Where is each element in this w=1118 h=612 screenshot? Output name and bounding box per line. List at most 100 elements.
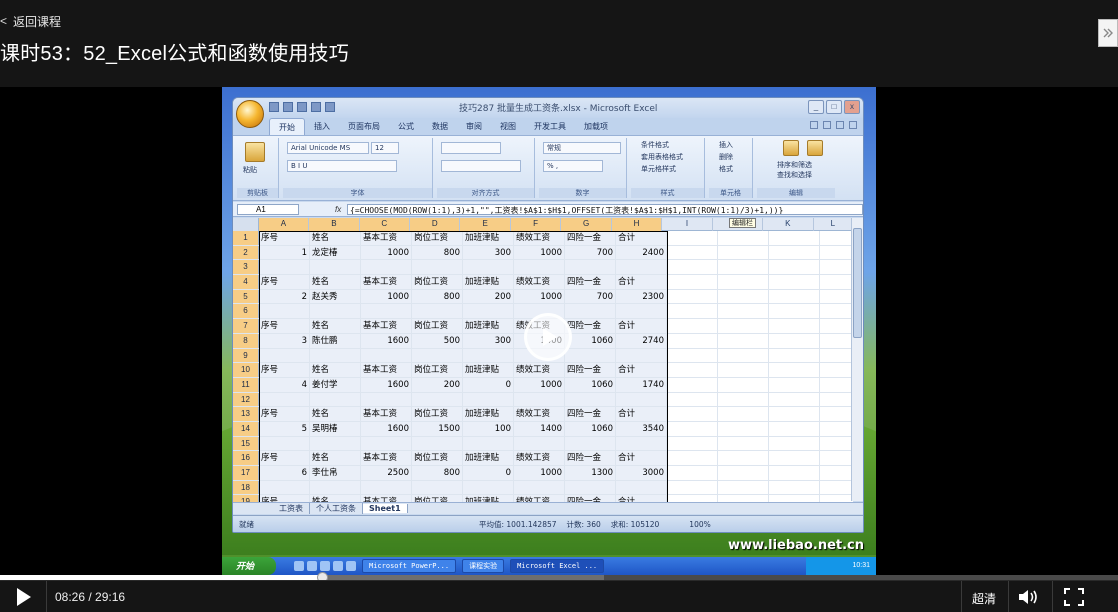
grid-cell: 100 bbox=[463, 421, 514, 436]
grid-cell bbox=[667, 231, 718, 245]
grid-cell bbox=[667, 392, 718, 407]
ribbon-group-editing: 排序和筛选 查找和选择 编辑 bbox=[757, 138, 835, 198]
office-button-icon bbox=[236, 100, 264, 128]
sheet-tab: 个人工资条 bbox=[310, 503, 363, 514]
grid-cell bbox=[616, 348, 667, 363]
group-label-clipboard: 剪贴板 bbox=[237, 188, 278, 198]
side-panel-toggle-button[interactable] bbox=[1098, 19, 1118, 47]
grid-cell bbox=[667, 260, 718, 275]
scrollbar-thumb bbox=[853, 228, 862, 338]
ribbon-group-number: 常规 % , 数字 bbox=[539, 138, 627, 198]
column-header: B bbox=[309, 218, 360, 231]
grid-cell: 1 bbox=[259, 245, 310, 260]
grid-cell: 岗位工资 bbox=[412, 363, 463, 377]
grid-cell bbox=[310, 392, 361, 407]
grid-cell: 300 bbox=[463, 333, 514, 348]
grid-cell bbox=[820, 437, 853, 451]
fullscreen-button[interactable] bbox=[1064, 588, 1084, 606]
redo-icon bbox=[297, 102, 307, 112]
grid-cell bbox=[667, 407, 718, 421]
grid-cell: 基本工资 bbox=[361, 231, 412, 245]
grid-cell bbox=[259, 392, 310, 407]
grid-cell bbox=[667, 451, 718, 465]
paste-icon bbox=[245, 142, 265, 162]
group-label-editing: 编辑 bbox=[757, 188, 835, 198]
grid-cell bbox=[667, 421, 718, 436]
column-header: F bbox=[510, 218, 562, 231]
grid-cell: 序号 bbox=[259, 451, 310, 465]
grid-cell: 岗位工资 bbox=[412, 319, 463, 333]
ribbon-group-alignment: 对齐方式 bbox=[437, 138, 535, 198]
grid-cell: 合计 bbox=[616, 407, 667, 421]
grid-cell: 合计 bbox=[616, 275, 667, 289]
divider bbox=[961, 581, 962, 612]
grid-cell bbox=[718, 304, 769, 319]
grid-cell bbox=[820, 275, 853, 289]
volume-button[interactable] bbox=[1018, 589, 1040, 605]
font-name-select: Arial Unicode MS bbox=[287, 142, 369, 154]
grid-cell bbox=[361, 480, 412, 495]
grid-cell: 700 bbox=[565, 245, 616, 260]
grid-cell: 赵关秀 bbox=[310, 289, 361, 304]
grid-cell: 基本工资 bbox=[361, 319, 412, 333]
back-to-course-link[interactable]: < 返回课程 bbox=[0, 13, 61, 29]
grid-row: 12 bbox=[233, 392, 853, 408]
grid-cell: 加班津贴 bbox=[463, 275, 514, 289]
play-button[interactable] bbox=[14, 588, 34, 606]
formula-bar: A1 fx {=CHOOSE(MOD(ROW(1:1),3)+1,"",工资表!… bbox=[233, 202, 863, 217]
grid-cell bbox=[820, 260, 853, 274]
new-icon bbox=[311, 102, 321, 112]
grid-cell: 基本工资 bbox=[361, 451, 412, 465]
grid-cell bbox=[820, 407, 853, 421]
grid-row: 5 2 赵关秀 1000 800 200 1000 700 2300 bbox=[233, 289, 853, 305]
grid-cell bbox=[820, 393, 853, 407]
close-icon bbox=[849, 121, 857, 129]
column-header: I bbox=[662, 218, 713, 231]
grid-cell bbox=[667, 319, 718, 333]
grid-cell bbox=[565, 392, 616, 407]
grid-cell bbox=[718, 333, 769, 348]
divider bbox=[1008, 581, 1009, 612]
sheet-tab: 工资表 bbox=[273, 503, 310, 514]
grid-cell: 四险一金 bbox=[565, 407, 616, 421]
grid-cell: 绩效工资 bbox=[514, 363, 565, 377]
grid-cell: 四险一金 bbox=[565, 363, 616, 377]
divider bbox=[1052, 581, 1053, 612]
grid-cell bbox=[769, 392, 820, 407]
grid-cell bbox=[718, 466, 769, 480]
grid-cell bbox=[718, 231, 769, 245]
grid-cell bbox=[259, 436, 310, 451]
grid-cell bbox=[769, 451, 820, 465]
grid-cell bbox=[769, 377, 820, 392]
grid-cell: 基本工资 bbox=[361, 363, 412, 377]
formula-text: {=CHOOSE(MOD(ROW(1:1),3)+1,"",工资表!$A$1:$… bbox=[347, 203, 863, 215]
grid-cell: 1740 bbox=[616, 377, 667, 392]
grid-row: 16 序号 姓名 基本工资 岗位工资 加班津贴 绩效工资 四险一金 合计 bbox=[233, 451, 853, 466]
taskbar-task: 课程实验 bbox=[462, 559, 505, 573]
center-play-button[interactable] bbox=[524, 313, 572, 361]
column-headers: ABCDEFGHIJKL bbox=[233, 218, 853, 231]
grid-cell: 序号 bbox=[259, 275, 310, 289]
grid-cell: 姓名 bbox=[310, 451, 361, 465]
row-number: 12 bbox=[233, 392, 259, 407]
number-format-select: 常规 bbox=[543, 142, 621, 154]
grid-row: 4 序号 姓名 基本工资 岗位工资 加班津贴 绩效工资 四险一金 合计 bbox=[233, 275, 853, 290]
video-player[interactable]: 技巧287 批量生成工资条.xlsx - Microsoft Excel _ □… bbox=[0, 87, 1118, 575]
grid-cell: 1000 bbox=[514, 466, 565, 480]
grid-cell bbox=[361, 436, 412, 451]
play-icon bbox=[543, 328, 557, 346]
grid-cell bbox=[769, 260, 820, 275]
quality-select[interactable]: 超清 bbox=[972, 590, 996, 607]
grid-cell bbox=[310, 304, 361, 319]
course-video-page: < 返回课程 课时53：52_Excel公式和函数使用技巧 技巧287 批量生成… bbox=[0, 0, 1118, 612]
grid-cell: 陈仕鹏 bbox=[310, 333, 361, 348]
grid-cell bbox=[820, 363, 853, 377]
column-header: K bbox=[763, 218, 814, 231]
grid-cell bbox=[565, 348, 616, 363]
restore-icon bbox=[836, 121, 844, 129]
grid-cell bbox=[310, 348, 361, 363]
column-header: L bbox=[814, 218, 853, 231]
ribbon-group-font: Arial Unicode MS 12 B I U 字体 bbox=[283, 138, 433, 198]
grid-cell: 1600 bbox=[361, 377, 412, 392]
grid-cell bbox=[463, 392, 514, 407]
